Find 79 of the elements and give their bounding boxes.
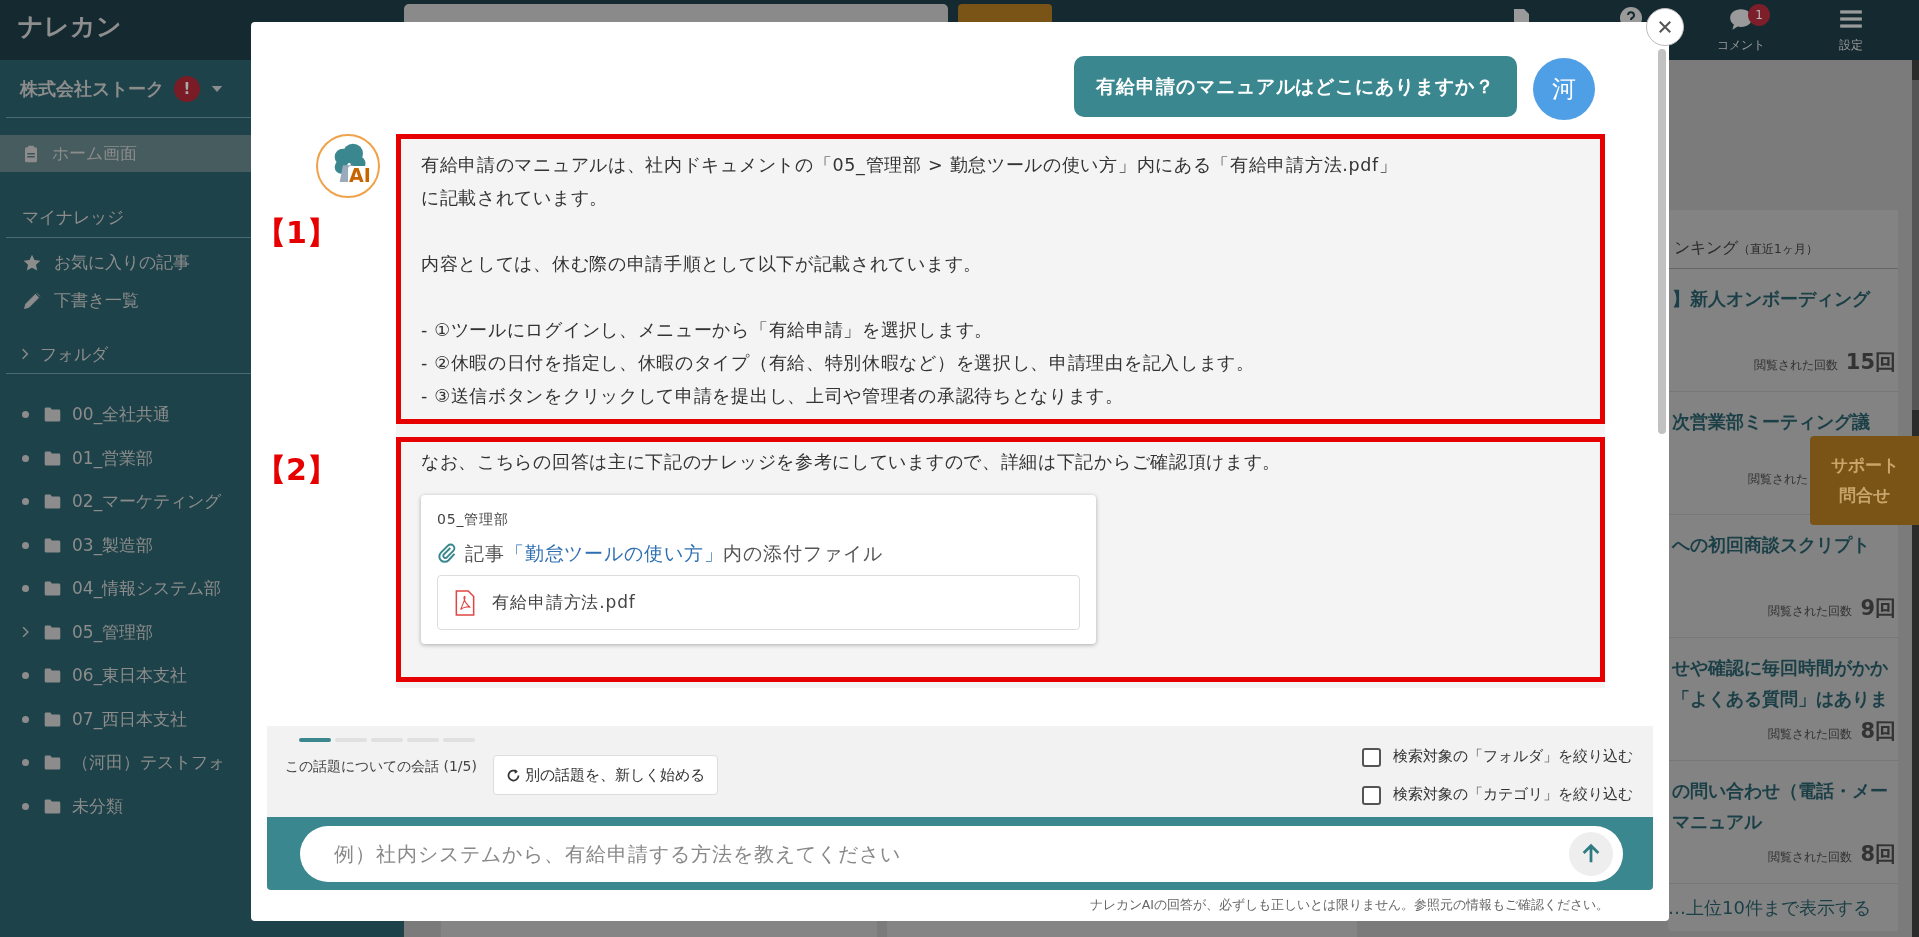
icon-label: コメント — [1717, 37, 1765, 54]
folder-name[interactable]: 03_製造部 — [72, 532, 154, 558]
folder-icon — [43, 406, 62, 424]
checkbox[interactable] — [1362, 747, 1381, 767]
folder-name[interactable]: （河田）テストフォ — [72, 750, 225, 776]
views-label: 閲覧された回数 — [1768, 603, 1853, 620]
view-count: 15回 — [1845, 349, 1896, 376]
section-title: マイナレッジ — [22, 206, 124, 229]
views-label: 閲覧された回数 — [1768, 726, 1853, 743]
checkbox[interactable] — [1362, 785, 1381, 805]
paperclip-icon — [437, 543, 457, 563]
view-count: 8回 — [1860, 841, 1896, 868]
article-title[interactable]: せや確認に毎回時間がかか — [1668, 652, 1898, 683]
views-label: 閲覧された回数 — [1753, 357, 1838, 374]
folder-icon — [43, 580, 62, 598]
folder-name[interactable]: 未分類 — [72, 793, 123, 819]
answer-text: - ③送信ボタンをクリックして申請を提出し、上司や管理者の承認待ちとなります。 — [421, 385, 1125, 408]
view-count: 9回 — [1860, 595, 1896, 622]
folder-name[interactable]: 00_全社共通 — [72, 402, 171, 428]
folder-icon — [43, 536, 62, 554]
article-title[interactable]: への初回商談スクリプト — [1668, 529, 1898, 560]
new-topic-button[interactable]: 別の話題を、新しく始める — [492, 755, 718, 795]
user-avatar: 河 — [1533, 58, 1595, 120]
views-label: 閲覧された — [1748, 471, 1808, 488]
folder-icon — [43, 797, 62, 815]
answer-text: 内容としては、休む際の申請手順として以下が記載されています。 — [421, 253, 983, 276]
article-link[interactable]: 「勤怠ツールの使い方」 — [504, 542, 724, 564]
answer-text: - ①ツールにログインし、メニューから「有給申請」を選択します。 — [421, 319, 994, 342]
section-title: フォルダ — [40, 342, 108, 366]
disclaimer-text: ナレカンAIの回答が、必ずしも正しいとは限りません。参照元の情報もご確認ください。 — [1089, 896, 1610, 914]
arrow-up-icon — [1580, 842, 1602, 865]
file-attachment[interactable]: 有給申請方法.pdf — [437, 575, 1080, 630]
nav-item[interactable]: 下書き一覧 — [0, 281, 404, 320]
views-label: 閲覧された回数 — [1768, 849, 1853, 866]
ai-avatar: AI — [316, 134, 380, 198]
answer-text: なお、こちらの回答は主に下記のナレッジを参考にしていますので、詳細は下記からご確認頂けます。 — [421, 451, 1283, 474]
folder-name[interactable]: 02_マーケティング — [72, 489, 222, 515]
folder-icon — [43, 493, 62, 511]
scrollbar-thumb[interactable] — [1658, 49, 1666, 434]
folder-label: 05_管理部 — [437, 510, 511, 529]
pencil-icon — [22, 290, 42, 311]
folder-name[interactable]: 05_管理部 — [72, 619, 154, 645]
folder-name[interactable]: 07_西日本支社 — [72, 706, 188, 732]
answer-text: - ②休暇の日付を指定し、休暇のタイプ（有給、特別休暇など）を選択し、申請理由を記入します。 — [421, 352, 1256, 375]
checkbox-label: 検索対象の「カテゴリ」を絞り込む — [1393, 785, 1633, 805]
support-button[interactable]: サポート 問合せ — [1810, 436, 1919, 525]
alert-badge: ! — [174, 75, 200, 102]
attachment-text: 記事「勤怠ツールの使い方」内の添付ファイル — [465, 541, 883, 566]
icon-label: 設定 — [1839, 37, 1863, 54]
folder-name[interactable]: 06_東日本支社 — [72, 663, 188, 689]
article-title[interactable]: 】新人オンボーディング — [1668, 283, 1898, 314]
close-icon — [1658, 20, 1672, 34]
folder-name[interactable]: 04_情報システム部 — [72, 576, 222, 602]
question-bubble: 有給申請のマニュアルはどこにありますか？ — [1074, 56, 1517, 117]
article-title[interactable]: 「よくある質問」はありま — [1668, 683, 1898, 714]
folder-icon — [43, 710, 62, 728]
answer-text: 有給申請のマニュアルは、社内ドキュメントの「05_管理部 > 勤怠ツールの使い方」内にある「有給申請方法.pdf」 — [421, 154, 1399, 178]
checkbox-label: 検索対象の「フォルダ」を絞り込む — [1393, 747, 1633, 767]
app-logo: ナレカン — [17, 11, 123, 42]
article-title[interactable]: マニュアル — [1668, 806, 1898, 837]
answer-text: に記載されています。 — [421, 187, 609, 210]
clipboard-icon — [22, 143, 40, 164]
refresh-icon — [505, 767, 521, 783]
article-title[interactable]: の問い合わせ（電話・メー — [1668, 775, 1898, 806]
notification-badge: 1 — [1748, 4, 1770, 26]
annotation-label: 【1】 — [256, 214, 338, 252]
article-title[interactable]: 次営業部ミーティング議 — [1668, 406, 1898, 437]
folder-icon — [43, 623, 62, 641]
folder-icon — [43, 667, 62, 685]
annotation-label: 【2】 — [256, 451, 338, 489]
show-more-link[interactable]: …上位10件まで表示する — [1668, 884, 1898, 931]
folder-name[interactable]: 01_営業部 — [72, 445, 154, 471]
scrollbar-thumb[interactable] — [1912, 80, 1919, 410]
folder-icon — [43, 754, 62, 772]
view-count: 8回 — [1860, 718, 1896, 745]
company-name[interactable]: 株式会社ストーク — [20, 75, 164, 102]
folder-icon — [43, 449, 62, 467]
chat-input[interactable]: 例）社内システムから、有給申請する方法を教えてください — [300, 825, 1623, 882]
conversation-count: この話題についての会話 (1/5) — [285, 757, 477, 776]
